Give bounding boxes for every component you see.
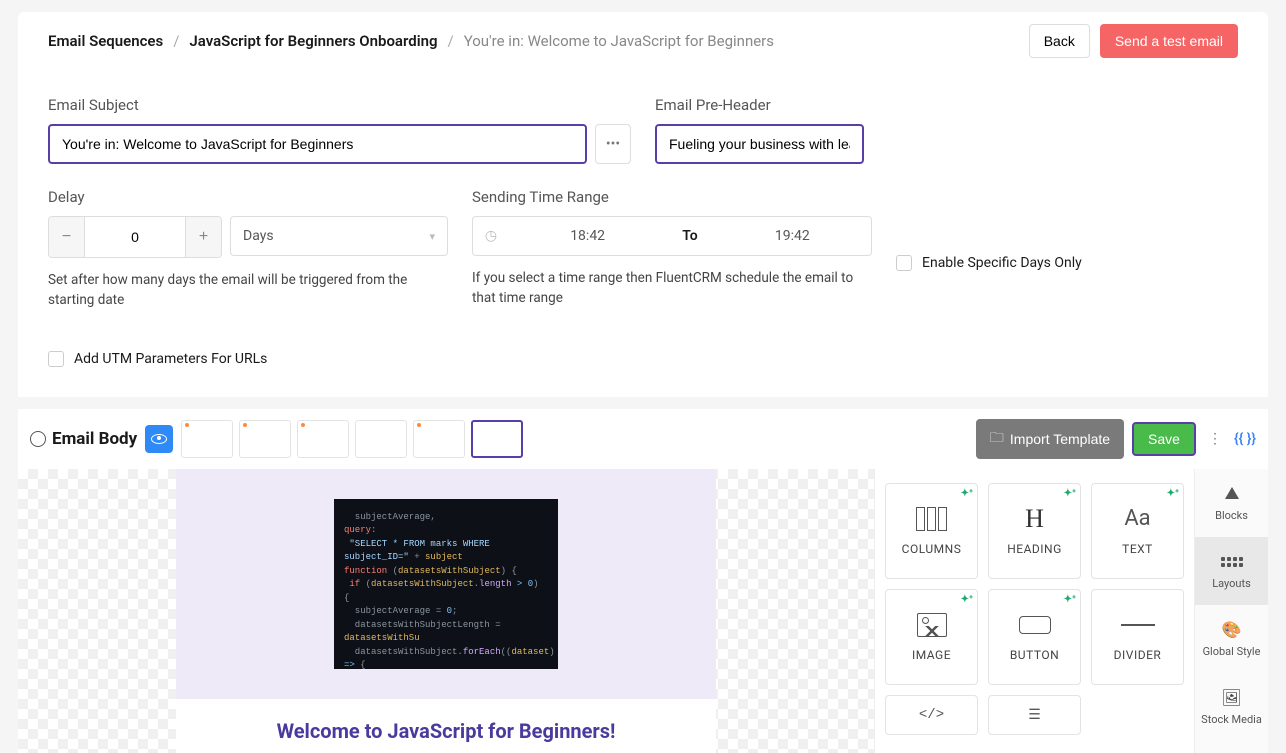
back-button[interactable]: Back [1029,24,1090,58]
email-subject-input[interactable] [48,124,587,164]
rail-layouts[interactable]: Layouts [1195,537,1268,605]
block-image[interactable]: ✦⁺ IMAGE [885,589,978,685]
email-canvas[interactable]: subjectAverage, query: "SELECT * FROM ma… [18,469,874,753]
email-subject-label: Email Subject [48,96,631,114]
breadcrumb: Email Sequences / JavaScript for Beginne… [48,32,774,50]
palette-icon: 🎨 [1199,619,1264,641]
merge-tags-button[interactable]: {{ }} [1234,431,1256,447]
email-preview-heading: Welcome to JavaScript for Beginners! [176,699,716,753]
ai-badge-icon: ✦⁺ [1064,488,1076,499]
email-preheader-input[interactable] [655,124,864,164]
more-options-button[interactable]: ⋮ [1204,431,1226,447]
delay-stepper: − + [48,216,222,258]
email-body-toolbar: Email Body 🗀 Import Template Save ⋮ {{ }… [18,409,1268,469]
email-preheader-label: Email Pre-Header [655,96,1238,114]
time-range-label: Sending Time Range [472,188,872,206]
save-button[interactable]: Save [1132,422,1196,456]
gear-icon [30,431,46,447]
breadcrumb-current: You're in: Welcome to JavaScript for Beg… [464,32,774,50]
ai-badge-icon: ✦⁺ [961,488,973,499]
time-range-from: 18:42 [509,228,666,244]
delay-increment-button[interactable]: + [185,217,221,257]
template-option-6[interactable] [471,420,523,458]
template-option-1[interactable] [181,420,233,458]
delay-unit-select[interactable]: Days ▾ [230,216,448,256]
form-area: Email Subject ••• Email Pre-Header Delay… [18,70,1268,397]
block-heading[interactable]: ✦⁺ H HEADING [988,483,1081,579]
block-button[interactable]: ✦⁺ BUTTON [988,589,1081,685]
editor-area: subjectAverage, query: "SELECT * FROM ma… [18,469,1268,753]
rail-global-style[interactable]: 🎨 Global Style [1195,605,1268,673]
hero-code-image: subjectAverage, query: "SELECT * FROM ma… [334,499,558,669]
ai-badge-icon: ✦⁺ [961,594,973,605]
delay-helper-text: Set after how many days the email will b… [48,270,448,311]
block-divider[interactable]: DIVIDER [1091,589,1184,685]
email-body-title: Email Body [30,429,137,449]
block-next-2[interactable]: ☰ [988,695,1081,735]
block-text[interactable]: ✦⁺ Aa TEXT [1091,483,1184,579]
breadcrumb-root[interactable]: Email Sequences [48,32,163,50]
subject-more-button[interactable]: ••• [595,124,631,164]
add-utm-parameters-checkbox[interactable]: Add UTM Parameters For URLs [48,351,1238,367]
rail-stock-media[interactable]: 🖼 Stock Media [1195,673,1268,741]
time-range-picker[interactable]: ◷ 18:42 To 19:42 [472,216,872,256]
right-rail: Blocks Layouts 🎨 Global Style 🖼 Stock Me… [1194,469,1268,753]
template-option-3[interactable] [297,420,349,458]
time-range-to: 19:42 [714,228,871,244]
template-option-5[interactable] [413,420,465,458]
folder-icon: 🗀 [990,427,1004,451]
delay-value-input[interactable] [85,217,185,257]
block-next-1[interactable]: </> [885,695,978,735]
time-range-helper-text: If you select a time range then FluentCR… [472,268,872,309]
breadcrumb-mid[interactable]: JavaScript for Beginners Onboarding [189,32,437,50]
template-option-4[interactable] [355,420,407,458]
preview-button[interactable] [145,425,173,453]
email-preview: subjectAverage, query: "SELECT * FROM ma… [176,469,716,753]
shapes-icon [1225,487,1239,499]
delay-decrement-button[interactable]: − [49,217,85,257]
eye-icon [151,434,167,444]
blocks-sidebar: ✦⁺ COLUMNS ✦⁺ H HEADING ✦⁺ Aa TEXT ✦⁺ IM… [874,469,1194,753]
delay-label: Delay [48,188,448,206]
clock-icon: ◷ [473,228,509,244]
media-icon: 🖼 [1199,687,1264,709]
chevron-down-icon: ▾ [429,230,435,243]
import-template-button[interactable]: 🗀 Import Template [976,419,1124,459]
block-columns[interactable]: ✦⁺ COLUMNS [885,483,978,579]
ai-badge-icon: ✦⁺ [1167,488,1179,499]
header-bar: Email Sequences / JavaScript for Beginne… [18,12,1268,70]
enable-specific-days-checkbox[interactable]: Enable Specific Days Only [896,255,1082,271]
template-option-2[interactable] [239,420,291,458]
rail-blocks[interactable]: Blocks [1195,469,1268,537]
send-test-email-button[interactable]: Send a test email [1100,24,1238,58]
ai-badge-icon: ✦⁺ [1064,594,1076,605]
time-range-to-label: To [666,228,713,244]
grid-icon [1221,557,1243,567]
